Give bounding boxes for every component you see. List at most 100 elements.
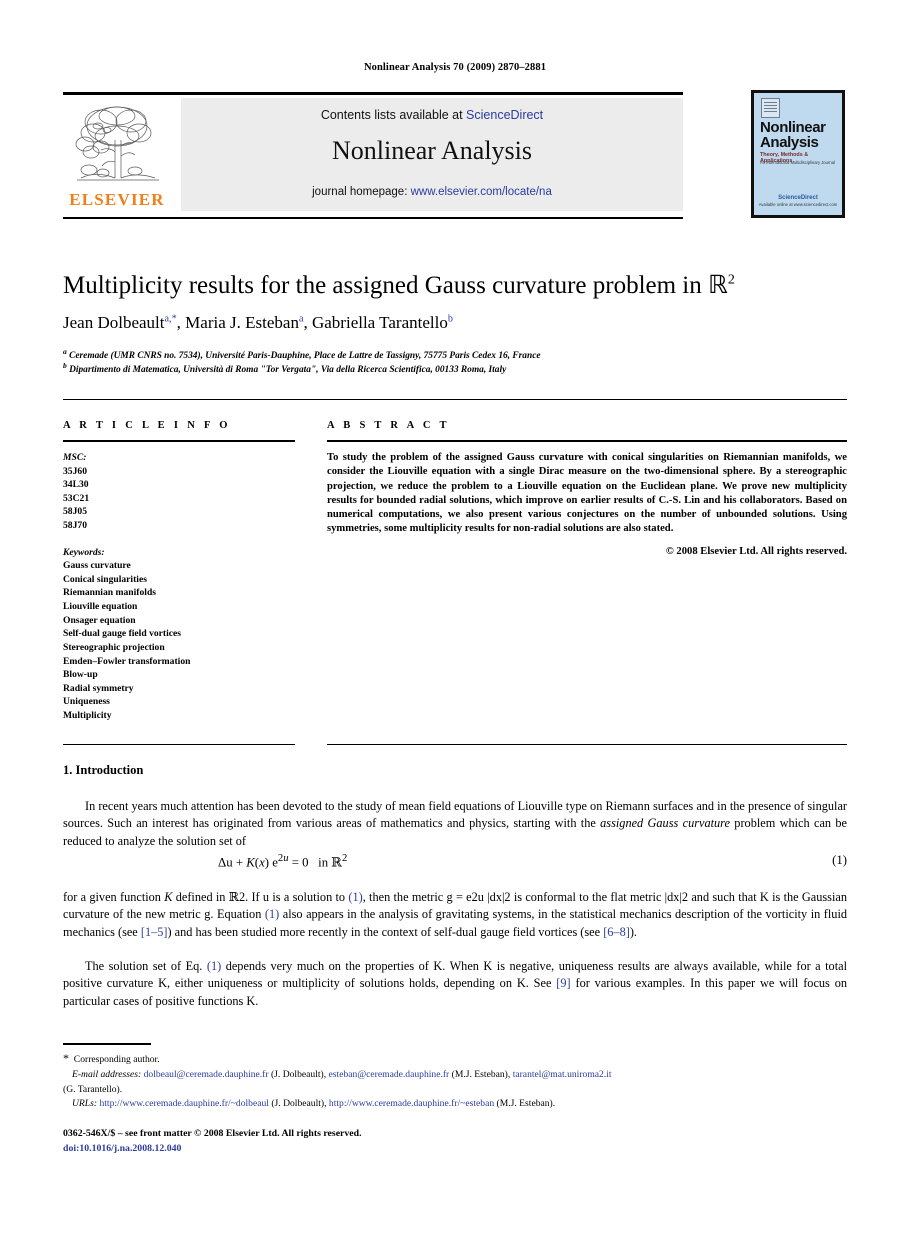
sciencedirect-link[interactable]: ScienceDirect xyxy=(466,108,543,122)
elsevier-wordmark: ELSEVIER xyxy=(69,190,165,209)
paper-page: Nonlinear Analysis 70 (2009) 2870–2881 E… xyxy=(0,0,907,1238)
affiliation-mark: b xyxy=(63,361,67,370)
keyword: Riemannian manifolds xyxy=(63,587,157,599)
journal-cover-thumbnail: Nonlinear Analysis Theory, Methods & App… xyxy=(751,90,845,218)
affiliation-text: Ceremade (UMR CNRS no. 7534), Université… xyxy=(69,351,541,362)
section-divider xyxy=(63,399,847,400)
running-head: Nonlinear Analysis 70 (2009) 2870–2881 xyxy=(363,62,547,73)
author-name: Gabriella Tarantello xyxy=(311,313,448,332)
introduction-heading: 1. Introduction xyxy=(63,763,144,777)
email-link[interactable]: tarantel@mat.uniroma2.it xyxy=(513,1069,612,1080)
cover-sciencedirect-label: ScienceDirect xyxy=(778,195,818,201)
page-title: Multiplicity results for the assigned Ga… xyxy=(63,270,847,300)
contents-prefix: Contents lists available at xyxy=(320,108,467,122)
article-info-column: A R T I C L E I N F O MSC: 35J60 34L30 5… xyxy=(63,420,295,723)
citation-link[interactable]: (1) xyxy=(207,959,221,973)
citation-link[interactable]: (1) xyxy=(265,907,279,921)
author-marks: a xyxy=(298,313,304,325)
msc-label: MSC: xyxy=(63,452,87,463)
abstract-copyright: © 2008 Elsevier Ltd. All rights reserved… xyxy=(665,545,847,557)
introduction-paragraph-3: The solution set of Eq. (1) depends very… xyxy=(63,958,847,1010)
urls-note: URLs: http://www.ceremade.dauphine.fr/~d… xyxy=(72,1097,847,1111)
abstract-bottom-rule xyxy=(327,744,847,745)
journal-masthead: ELSEVIER Contents lists available at Sci… xyxy=(63,92,847,220)
article-info-rule xyxy=(63,440,295,442)
abstract-heading: A B S T R A C T xyxy=(327,420,450,431)
citation-link[interactable]: [9] xyxy=(556,976,570,990)
cover-subtitle-2: An International Multidisciplinary Journ… xyxy=(760,160,835,165)
title-text: Multiplicity results for the assigned Ga… xyxy=(63,272,709,299)
paragraph-text: for a given function xyxy=(63,890,165,904)
url-link[interactable]: http://www.ceremade.dauphine.fr/~esteban xyxy=(329,1098,494,1109)
journal-homepage-line: journal homepage: www.elsevier.com/locat… xyxy=(181,186,683,198)
corresponding-text: Corresponding author. xyxy=(73,1054,160,1065)
keyword: Conical singularities xyxy=(63,573,147,585)
abstract-column: A B S T R A C T To study the problem of … xyxy=(327,420,847,557)
equation-number: (1) xyxy=(832,853,847,867)
paragraph-text: ). xyxy=(629,924,637,939)
paragraph-text: The solution set of Eq. xyxy=(85,959,207,973)
url-owner: (J. Dolbeault), xyxy=(271,1098,327,1109)
masthead-top-rule xyxy=(63,92,683,95)
msc-code: 58J05 xyxy=(63,506,87,518)
title-symbol: ℝ xyxy=(708,272,728,299)
keyword: Radial symmetry xyxy=(63,682,134,694)
affiliation-mark: a xyxy=(63,347,67,356)
keyword: Onsager equation xyxy=(63,614,136,626)
paragraph-text: defined in ℝ2. If u is a solution to xyxy=(172,890,349,904)
keywords-label: Keywords: xyxy=(63,546,105,558)
sciencedirect-band: Contents lists available at ScienceDirec… xyxy=(181,98,683,211)
cover-footer-text: Available online at www.sciencedirect.co… xyxy=(758,202,838,207)
keyword: Multiplicity xyxy=(63,709,112,721)
title-exponent: 2 xyxy=(727,272,735,288)
keyword: Liouville equation xyxy=(63,601,138,613)
article-info-bottom-rule xyxy=(63,744,295,745)
keyword: Emden–Fowler transformation xyxy=(63,655,191,667)
keyword: Uniqueness xyxy=(63,696,110,708)
author-marks: b xyxy=(447,313,453,325)
url-link[interactable]: http://www.ceremade.dauphine.fr/~dolbeau… xyxy=(99,1098,268,1109)
equation-body: Δu + K(x) e2u = 0 in ℝ2 xyxy=(218,853,348,870)
elsevier-logo: ELSEVIER xyxy=(65,100,169,212)
affiliation: b Dipartimento di Matematica, Università… xyxy=(63,361,847,375)
paragraph-text: ) and has been studied more recently in … xyxy=(167,924,604,939)
author-name: Maria J. Esteban xyxy=(185,313,299,332)
keyword: Self-dual gauge field vortices xyxy=(63,628,182,640)
email-link[interactable]: esteban@ceremade.dauphine.fr xyxy=(329,1069,450,1080)
affiliation-text: Dipartimento di Matematica, Università d… xyxy=(69,365,507,376)
citation-link[interactable]: [6–8] xyxy=(603,925,630,939)
urls-label: URLs: xyxy=(72,1098,98,1109)
keyword: Blow-up xyxy=(63,669,98,681)
author-list: Jean Dolbeaulta,*, Maria J. Estebana, Ga… xyxy=(63,313,453,332)
abstract-body: To study the problem of the assigned Gau… xyxy=(327,452,847,535)
email-addresses-note: E-mail addresses: dolbeaul@ceremade.daup… xyxy=(72,1068,847,1082)
citation-link[interactable]: [1–5] xyxy=(141,925,168,939)
elsevier-tree-icon xyxy=(75,106,159,181)
citation-link[interactable]: (1) xyxy=(348,890,362,904)
email-owner: (J. Dolbeault), xyxy=(270,1069,327,1080)
homepage-prefix: journal homepage: xyxy=(312,186,411,198)
url-owner: (M.J. Esteban). xyxy=(496,1098,556,1109)
affiliation: a Ceremade (UMR CNRS no. 7534), Universi… xyxy=(63,347,847,361)
masthead-bottom-rule xyxy=(63,217,683,219)
cover-title-line2: Analysis xyxy=(760,134,819,151)
email-owner-last: (G. Tarantello). xyxy=(63,1084,123,1095)
email-owner: (M.J. Esteban), xyxy=(451,1069,511,1080)
imprint-line: 0362-546X/$ – see front matter © 2008 El… xyxy=(63,1128,362,1139)
article-info-heading: A R T I C L E I N F O xyxy=(63,420,231,431)
keywords-block: Keywords: Gauss curvature Conical singul… xyxy=(63,546,295,723)
cover-badge-icon xyxy=(761,98,780,118)
msc-code: 58J70 xyxy=(63,520,87,532)
abstract-rule xyxy=(327,440,847,442)
msc-code: 53C21 xyxy=(63,492,90,504)
email-link[interactable]: dolbeaul@ceremade.dauphine.fr xyxy=(144,1069,269,1080)
journal-title: Nonlinear Analysis xyxy=(331,136,533,165)
author-marks: a,* xyxy=(164,313,177,325)
author-name: Jean Dolbeault xyxy=(63,313,165,332)
corresponding-author-note: * Corresponding author. xyxy=(63,1050,847,1067)
cover-artwork: Nonlinear Analysis Theory, Methods & App… xyxy=(754,93,842,215)
footnote-rule xyxy=(63,1043,151,1045)
doi-link[interactable]: doi:10.1016/j.na.2008.12.040 xyxy=(63,1143,847,1154)
journal-homepage-link[interactable]: www.elsevier.com/locate/na xyxy=(411,186,552,198)
keyword: Stereographic projection xyxy=(63,641,165,653)
